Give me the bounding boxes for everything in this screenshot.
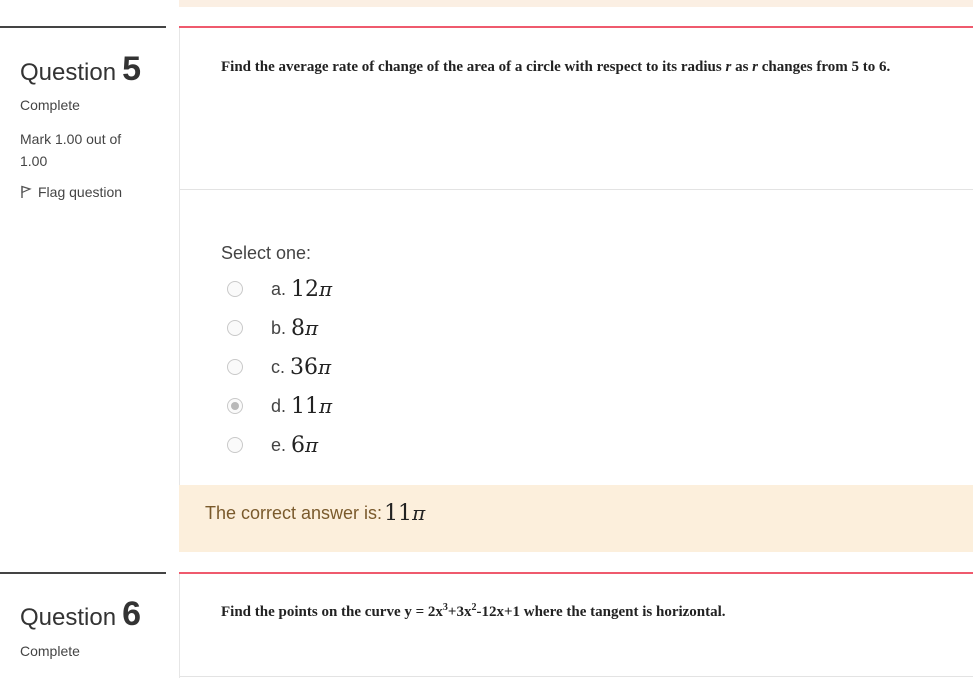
q6-bottom-separator	[180, 676, 973, 677]
pi-symbol: π	[319, 276, 333, 301]
q5-text-part: changes from 5 to 6.	[758, 59, 891, 75]
q6-content-rule	[179, 572, 973, 574]
q5-number: 5	[122, 50, 141, 88]
q5-flag-question[interactable]: Flag question	[20, 184, 122, 200]
option-letter: e.	[271, 434, 287, 455]
q6-number: 6	[122, 595, 141, 633]
q6-text-part: -12x+1 where the tangent is horizontal.	[476, 604, 726, 620]
option-coeff: 8	[291, 315, 306, 341]
option-b[interactable]: b. 8π	[227, 315, 318, 341]
q5-answer-separator	[180, 189, 973, 190]
pi-symbol: π	[305, 432, 319, 457]
option-e-value: 6π	[291, 433, 318, 458]
q5-content-rule	[179, 26, 973, 28]
flag-icon	[21, 185, 32, 198]
option-a-value: 12π	[291, 277, 332, 302]
q5-title-word: Question	[20, 59, 117, 86]
correct-answer-coeff: 11	[384, 501, 413, 526]
q5-mark: Mark 1.00 out of 1.00	[20, 131, 122, 169]
pi-symbol: π	[305, 315, 319, 340]
option-letter: b.	[271, 317, 287, 338]
option-c[interactable]: c. 36π	[227, 354, 331, 380]
q6-column-divider	[179, 574, 180, 678]
previous-feedback-strip	[179, 0, 973, 7]
option-a[interactable]: a. 12π	[227, 276, 332, 302]
correct-answer-label: The correct answer is:	[205, 503, 383, 523]
q6-text-part: Find the points on the curve y = 2x	[221, 604, 443, 620]
flag-question-label: Flag question	[38, 184, 123, 200]
q6-info-rule	[0, 572, 166, 574]
q5-status: Complete	[20, 97, 80, 113]
option-letter: c.	[271, 356, 286, 377]
option-b-value: 8π	[291, 316, 318, 341]
q5-title: Question 5	[20, 50, 141, 89]
option-d[interactable]: d. 11π	[227, 393, 332, 419]
q6-question-text: Find the points on the curve y = 2x3+3x2…	[221, 597, 941, 627]
pi-symbol: π	[318, 354, 332, 379]
q5-text-part: Find the average rate of change of the a…	[221, 59, 726, 75]
option-c-radio[interactable]	[227, 359, 243, 375]
q6-status: Complete	[20, 643, 80, 659]
option-coeff: 36	[290, 354, 319, 380]
option-c-value: 36π	[290, 355, 331, 380]
q5-info-rule	[0, 26, 166, 28]
q5-correct-answer: The correct answer is: 11π	[205, 501, 425, 526]
option-coeff: 11	[291, 393, 320, 419]
q5-question-text: Find the average rate of change of the a…	[221, 52, 941, 82]
q6-text-part: +3x	[447, 604, 472, 620]
option-letter: a.	[271, 278, 287, 299]
option-d-radio[interactable]	[227, 398, 243, 414]
q6-title-word: Question	[20, 604, 117, 631]
option-letter: d.	[271, 395, 287, 416]
select-one-prompt: Select one:	[221, 243, 312, 263]
q6-title: Question 6	[20, 595, 141, 634]
option-coeff: 12	[291, 276, 320, 302]
option-e-radio[interactable]	[227, 437, 243, 453]
option-coeff: 6	[291, 432, 306, 458]
pi-symbol: π	[412, 501, 426, 525]
option-a-radio[interactable]	[227, 281, 243, 297]
option-b-radio[interactable]	[227, 320, 243, 336]
option-d-value: 11π	[291, 394, 332, 419]
q5-text-part: as	[731, 59, 753, 75]
q5-column-divider	[179, 28, 180, 552]
option-e[interactable]: e. 6π	[227, 432, 318, 458]
pi-symbol: π	[319, 393, 333, 418]
correct-answer-value: 11π	[384, 501, 425, 526]
